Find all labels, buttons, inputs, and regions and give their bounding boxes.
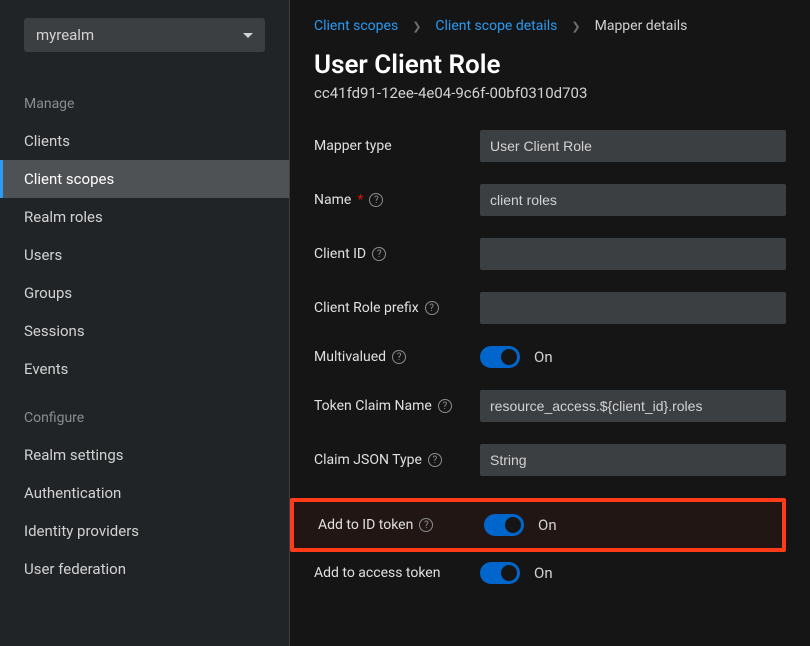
row-name: Name * ? (314, 184, 786, 216)
field-mapper-type (480, 130, 786, 162)
token-claim-name-input[interactable] (480, 390, 786, 422)
sidebar-item-groups[interactable]: Groups (0, 274, 289, 312)
row-mapper-type: Mapper type (314, 130, 786, 162)
row-multivalued: Multivalued ? On (314, 346, 786, 368)
breadcrumb-link[interactable]: Client scopes (314, 18, 398, 34)
help-icon[interactable]: ? (372, 247, 386, 261)
row-add-to-id-token: Add to ID token ? On (318, 514, 770, 536)
sidebar-item-authentication[interactable]: Authentication (0, 474, 289, 512)
caret-down-icon (243, 33, 253, 38)
add-to-access-token-toggle-label: On (534, 564, 553, 582)
page-subtitle: cc41fd91-12ee-4e04-9c6f-00bf0310d703 (314, 84, 786, 102)
sidebar-item-user-federation[interactable]: User federation (0, 550, 289, 588)
help-icon[interactable]: ? (428, 453, 442, 467)
sidebar-item-sessions[interactable]: Sessions (0, 312, 289, 350)
required-marker: * (357, 192, 363, 208)
help-icon[interactable]: ? (425, 301, 439, 315)
claim-json-type-input[interactable] (480, 444, 786, 476)
highlighted-add-to-id-token: Add to ID token ? On (290, 498, 786, 552)
help-icon[interactable]: ? (419, 518, 433, 532)
label-token-claim-name: Token Claim Name ? (314, 398, 480, 414)
help-icon[interactable]: ? (392, 350, 406, 364)
row-token-claim-name: Token Claim Name ? (314, 390, 786, 422)
label-client-id: Client ID ? (314, 246, 480, 262)
sidebar-item-realm-roles[interactable]: Realm roles (0, 198, 289, 236)
label-multivalued: Multivalued ? (314, 349, 480, 365)
breadcrumb-current: Mapper details (595, 18, 688, 34)
add-to-access-token-toggle[interactable] (480, 562, 520, 584)
realm-selected: myrealm (36, 26, 94, 44)
add-to-id-token-toggle-label: On (538, 516, 557, 534)
name-input[interactable] (480, 184, 786, 216)
page-title: User Client Role (314, 50, 786, 80)
sidebar-item-clients[interactable]: Clients (0, 122, 289, 160)
sidebar-item-client-scopes[interactable]: Client scopes (0, 160, 289, 198)
multivalued-toggle-label: On (534, 348, 553, 366)
row-add-to-access-token: Add to access token On (314, 562, 786, 584)
sidebar: myrealm ManageClientsClient scopesRealm … (0, 0, 290, 646)
breadcrumb: Client scopes ❯ Client scope details ❯ Mappe… (314, 18, 786, 34)
nav-section-header: Configure (0, 388, 289, 436)
help-icon[interactable]: ? (369, 193, 383, 207)
realm-selector-container: myrealm (0, 0, 289, 74)
sidebar-item-identity-providers[interactable]: Identity providers (0, 512, 289, 550)
row-client-role-prefix: Client Role prefix ? (314, 292, 786, 324)
add-to-id-token-toggle[interactable] (484, 514, 524, 536)
sidebar-item-events[interactable]: Events (0, 350, 289, 388)
nav-section-header: Manage (0, 74, 289, 122)
client-id-input[interactable] (480, 238, 786, 270)
row-claim-json-type: Claim JSON Type ? (314, 444, 786, 476)
label-claim-json-type: Claim JSON Type ? (314, 452, 480, 468)
breadcrumb-link[interactable]: Client scope details (435, 18, 557, 34)
mapper-type-input (480, 130, 786, 162)
sidebar-item-users[interactable]: Users (0, 236, 289, 274)
label-mapper-type: Mapper type (314, 138, 480, 154)
sidebar-item-realm-settings[interactable]: Realm settings (0, 436, 289, 474)
multivalued-toggle[interactable] (480, 346, 520, 368)
label-client-role-prefix: Client Role prefix ? (314, 300, 480, 316)
chevron-right-icon: ❯ (412, 20, 421, 33)
realm-dropdown[interactable]: myrealm (24, 18, 265, 52)
row-client-id: Client ID ? (314, 238, 786, 270)
label-name: Name * ? (314, 192, 480, 208)
label-add-to-id-token: Add to ID token ? (318, 517, 484, 533)
main-content: Client scopes ❯ Client scope details ❯ Mappe… (290, 0, 810, 646)
label-add-to-access-token: Add to access token (314, 565, 480, 581)
client-role-prefix-input[interactable] (480, 292, 786, 324)
chevron-right-icon: ❯ (571, 20, 580, 33)
help-icon[interactable]: ? (438, 399, 452, 413)
